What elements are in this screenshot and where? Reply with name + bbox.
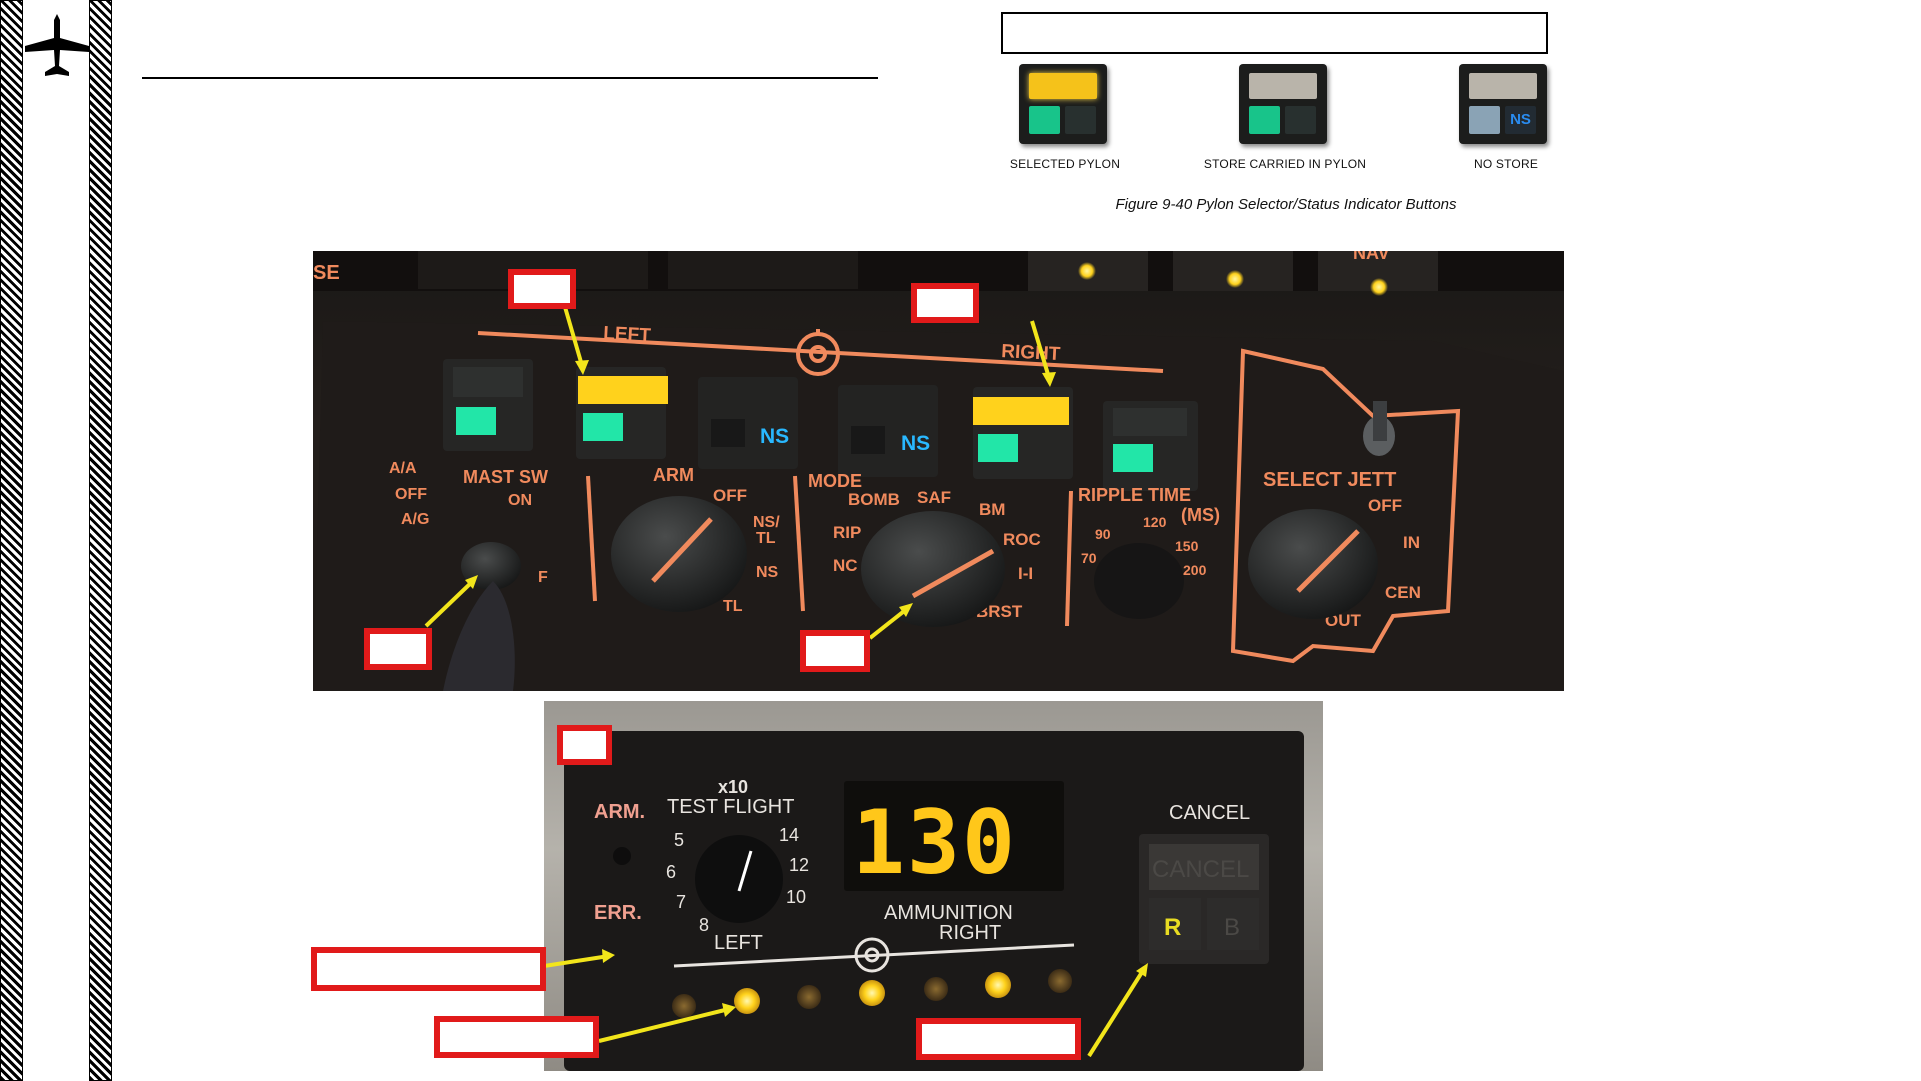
title-underline [142,77,878,79]
svg-text:LEFT: LEFT [603,323,652,346]
svg-text:NS/: NS/ [753,514,780,531]
pylon-button-selected [1019,64,1107,144]
svg-text:6: 6 [666,862,676,882]
ammunition-panel-photo: ARM. ERR. x10 TEST FLIGHT 5 6 7 8 14 12 … [544,701,1323,1071]
svg-text:F: F [538,569,548,586]
pylon-button-right-cell [1065,106,1096,134]
svg-text:A/A: A/A [389,460,417,477]
svg-text:A/G: A/G [401,511,429,528]
svg-text:NS: NS [756,564,779,581]
svg-text:RIP: RIP [833,523,861,542]
svg-text:7: 7 [676,892,686,912]
corner-label: SE [313,262,340,284]
svg-text:B: B [1224,914,1240,941]
pylon-button-ns-cell: NS [1505,106,1536,134]
svg-text:ON: ON [508,492,532,509]
figure-caption: Figure 9-40 Pylon Selector/Status Indica… [1115,196,1457,213]
svg-text:TL: TL [723,598,743,615]
svg-text:90: 90 [1095,526,1111,542]
svg-text:RIGHT: RIGHT [1001,341,1062,365]
svg-text:R: R [1164,914,1181,941]
svg-text:CANCEL: CANCEL [1169,802,1250,824]
svg-text:120: 120 [1143,514,1167,530]
svg-text:TEST FLIGHT: TEST FLIGHT [667,796,794,818]
svg-text:12: 12 [789,855,809,875]
pylon-button-right-cell [1285,106,1316,134]
svg-text:OFF: OFF [1368,496,1402,515]
svg-text:ROC: ROC [1003,530,1041,549]
armament-panel-photo: NAV SE LEFT RIGHT NS NS A/A OFF A/G MAST… [313,251,1564,691]
nav-label: NAV [1353,251,1390,263]
pylon-button-store-carried [1239,64,1327,144]
svg-text:SAF: SAF [917,488,951,507]
svg-text:TL: TL [756,530,776,547]
callout-box-ammo-panel [557,725,612,765]
svg-text:200: 200 [1183,562,1207,578]
pylon-label-store-carried: STORE CARRIED IN PYLON [1203,157,1367,171]
svg-text:SELECT JETT: SELECT JETT [1263,469,1396,491]
svg-text:BOMB: BOMB [848,490,900,509]
svg-text:10: 10 [786,887,806,907]
svg-text:(MS): (MS) [1181,505,1220,525]
callout-box-mast-switch [364,628,432,670]
svg-text:150: 150 [1175,538,1199,554]
callout-box-cancel-r [916,1018,1081,1060]
svg-text:MAST SW: MAST SW [463,467,548,487]
svg-text:BM: BM [979,500,1005,519]
svg-text:x10: x10 [718,777,748,797]
figure-title-box [1001,12,1548,54]
pylon-label-selected: SELECTED PYLON [1009,157,1121,171]
svg-text:14: 14 [779,825,799,845]
svg-text:OFF: OFF [713,486,747,505]
callout-box-err-light [311,947,546,991]
svg-text:NS: NS [901,432,930,455]
svg-text:I-I: I-I [1018,564,1033,583]
callout-box-ammo-leds [434,1016,599,1058]
svg-text:MODE: MODE [808,471,862,491]
svg-text:CEN: CEN [1385,583,1421,602]
svg-text:ARM.: ARM. [594,801,645,823]
svg-text:5: 5 [674,830,684,850]
svg-text:ARM: ARM [653,465,694,485]
pylon-label-no-store: NO STORE [1473,157,1539,171]
svg-text:8: 8 [699,915,709,935]
svg-text:AMMUNITION: AMMUNITION [884,902,1013,924]
svg-text:RIPPLE TIME: RIPPLE TIME [1078,485,1191,505]
svg-text:IN: IN [1403,533,1420,552]
svg-text:NS: NS [760,425,789,448]
svg-text:NC: NC [833,556,858,575]
left-margin-bar-inner [89,0,112,1081]
svg-text:RIGHT: RIGHT [939,922,1001,944]
ammo-digits: 130 [852,791,1017,894]
left-margin-bar-outer [0,0,23,1081]
svg-text:OFF: OFF [395,486,427,503]
aircraft-silhouette-icon [25,14,89,76]
callout-box-right-pylon [911,283,979,323]
svg-text:70: 70 [1081,550,1097,566]
svg-text:LEFT: LEFT [714,932,763,954]
svg-text:ERR.: ERR. [594,902,642,924]
pylon-button-no-store: NS [1459,64,1547,144]
callout-box-mode-knob [800,630,870,672]
callout-box-selected-pylon [508,269,576,309]
svg-text:CANCEL: CANCEL [1152,856,1249,883]
